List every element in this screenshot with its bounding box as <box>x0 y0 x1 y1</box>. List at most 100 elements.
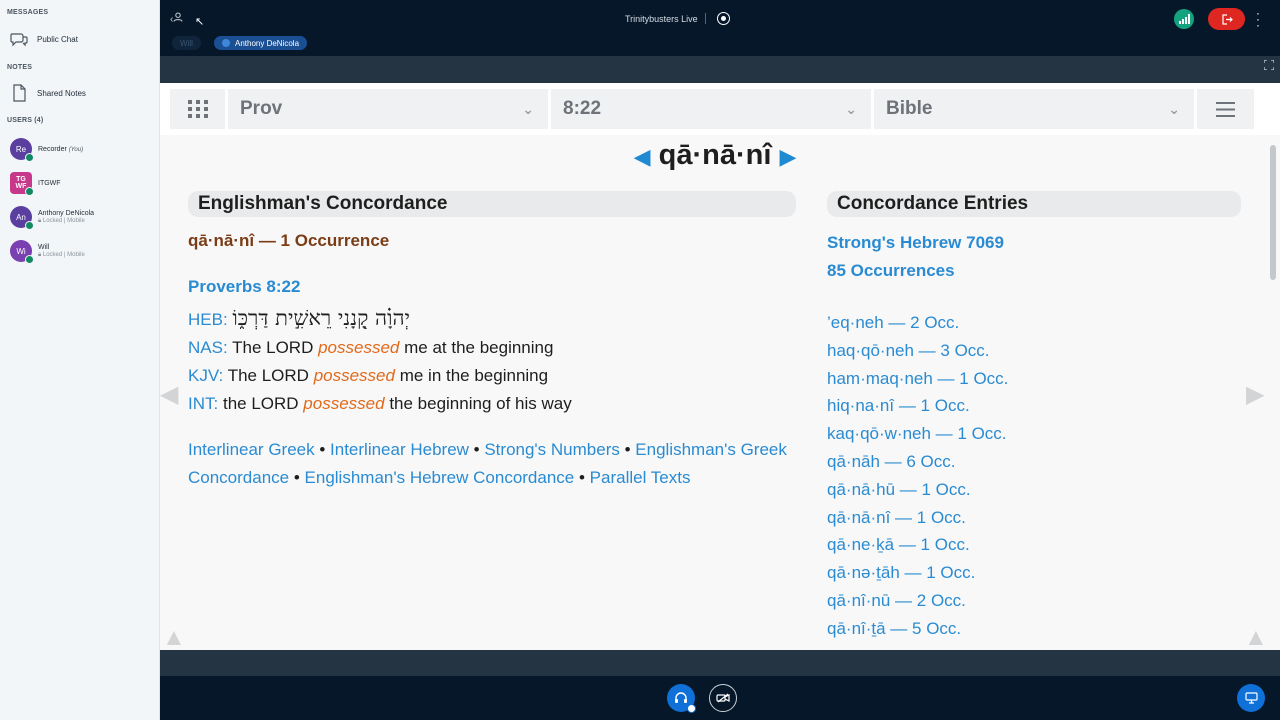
slide-scrollbar[interactable] <box>1270 145 1276 280</box>
entry-link[interactable]: qā·nā·nî — 1 Occ. <box>827 508 1008 536</box>
chat-icon <box>10 30 28 48</box>
kjv-highlight: possessed <box>313 366 395 385</box>
public-chat-label: Public Chat <box>37 34 78 44</box>
messages-heading: MESSAGES <box>7 9 49 16</box>
entry-link[interactable]: qā·nā·hū — 1 Occ. <box>827 480 1008 508</box>
nas-text-before: The LORD <box>232 338 314 357</box>
word-heading: ◀ qā·nā·nî ▶ <box>160 139 1270 172</box>
link-parallel-texts[interactable]: Parallel Texts <box>590 468 691 487</box>
int-text-after: the beginning of his way <box>389 394 572 413</box>
occurrence-heading: qā·nā·nî — 1 Occurrence <box>188 231 390 250</box>
link-strongs-numbers[interactable]: Strong's Numbers <box>484 440 620 459</box>
fullscreen-icon[interactable] <box>1263 59 1275 73</box>
kjv-text-before: The LORD <box>227 366 309 385</box>
entry-link[interactable]: qā·nāh — 6 Occ. <box>827 452 1008 480</box>
cursor-icon: ↖ <box>195 16 205 28</box>
verse-select[interactable]: 8:22 ⌄ <box>551 89 871 129</box>
int-highlight: possessed <box>303 394 385 413</box>
reference-links: Interlinear Greek • Interlinear Hebrew •… <box>188 440 787 487</box>
talker-pill-anthony: Anthony DeNicola <box>214 36 308 50</box>
slide-prev-arrow-icon[interactable]: ◀ <box>160 380 178 409</box>
user-name: Will <box>38 243 50 251</box>
previous-word-icon[interactable]: ◀ <box>634 144 651 169</box>
strongs-link[interactable]: Strong's Hebrew 7069 <box>827 233 1004 253</box>
slide-next-arrow-icon[interactable]: ▶ <box>1246 380 1264 409</box>
options-menu-icon[interactable]: · · · <box>1256 7 1260 31</box>
word-title: qā·nā·nî <box>658 139 772 171</box>
user-name: ITGWF <box>38 179 61 187</box>
hamburger-menu-icon[interactable] <box>1197 89 1254 129</box>
user-status: Locked | Mobile <box>42 251 85 258</box>
user-name: Recorder <box>38 145 67 153</box>
share-webcam-button[interactable] <box>709 684 737 712</box>
verse-reference-link[interactable]: Proverbs 8:22 <box>188 277 300 297</box>
heb-line: HEB: יְהוָ֗ה קָ֭נָנִי רֵאשִׁ֣ית דַּרְכּ֑… <box>188 306 410 331</box>
presentation-slide: Prov ⌄ 8:22 ⌄ Bible ⌄ ◀ qā·nā·nî ▶ Englishm… <box>160 83 1280 650</box>
presentation-restore-icon[interactable] <box>1237 684 1265 712</box>
lock-icon: 🔒︎ <box>38 251 42 258</box>
link-interlinear-hebrew[interactable]: Interlinear Hebrew <box>330 440 469 459</box>
entry-link[interactable]: qā·ne·ḵā — 1 Occ. <box>827 535 1008 563</box>
int-label: INT: <box>188 394 219 413</box>
entry-link[interactable]: kaq·qō·w·neh — 1 Occ. <box>827 424 1008 452</box>
entry-link[interactable]: qā·nə·ṯāh — 1 Occ. <box>827 563 1008 591</box>
avatar: An <box>10 206 34 230</box>
resource-select[interactable]: Bible ⌄ <box>874 89 1194 129</box>
top-bar: ‹ ↖ Will Anthony DeNicola Trinitybusters… <box>160 0 1280 56</box>
audio-status-dot <box>687 704 696 713</box>
user-item-anthony[interactable]: An Anthony DeNicola 🔒︎ Locked | Mobile <box>10 206 95 230</box>
book-select[interactable]: Prov ⌄ <box>228 89 548 129</box>
user-item-will[interactable]: Wi Will 🔒︎ Locked | Mobile <box>10 240 85 264</box>
avatar: Wi <box>10 240 34 264</box>
nas-highlight: possessed <box>318 338 400 357</box>
next-word-icon[interactable]: ▶ <box>779 144 796 169</box>
notes-heading: NOTES <box>7 64 33 71</box>
int-line: INT: the LORD possessed the beginning of… <box>188 394 572 414</box>
audio-button[interactable] <box>667 684 696 713</box>
shared-notes-label: Shared Notes <box>37 88 86 98</box>
scroll-up-right-icon[interactable]: ▲ <box>1244 624 1268 652</box>
occurrences-link[interactable]: 85 Occurrences <box>827 261 955 281</box>
lock-icon: 🔒︎ <box>38 217 42 224</box>
englishmans-concordance-heading: Englishman's Concordance <box>188 191 796 217</box>
user-item-itgwf[interactable]: TG WF ITGWF <box>10 172 61 196</box>
chevron-down-icon: ⌄ <box>845 100 857 117</box>
leave-audio-button[interactable] <box>1208 8 1245 30</box>
link-englishmans-hebrew[interactable]: Englishman's Hebrew Concordance <box>305 468 575 487</box>
action-bar <box>160 676 1280 720</box>
entry-link[interactable]: qā·nî·ṯā — 5 Occ. <box>827 619 1008 647</box>
concordance-entries-list: ’eq·neh — 2 Occ. haq·qō·neh — 3 Occ. ham… <box>827 313 1008 647</box>
hebrew-text: יְהוָ֗ה קָ֭נָנִי רֵאשִׁ֣ית דַּרְכּ֑וֹ <box>232 306 411 330</box>
user-item-recorder[interactable]: Re Recorder (You) <box>10 138 84 162</box>
connection-status-icon[interactable] <box>1174 9 1194 29</box>
book-select-value: Prov <box>240 98 283 119</box>
concordance-entries-heading: Concordance Entries <box>827 191 1241 217</box>
entry-link[interactable]: ham·maq·neh — 1 Occ. <box>827 369 1008 397</box>
user-name: Anthony DeNicola <box>38 209 95 217</box>
entry-link[interactable]: ’eq·neh — 2 Occ. <box>827 313 1008 341</box>
user-status: Locked | Mobile <box>42 217 85 224</box>
nas-label: NAS: <box>188 338 228 357</box>
public-chat-item[interactable]: Public Chat <box>10 30 78 48</box>
kjv-text-after: me in the beginning <box>399 366 549 385</box>
you-tag: (You) <box>68 146 84 153</box>
entry-link[interactable]: qā·nî·nū — 2 Occ. <box>827 591 1008 619</box>
heb-label: HEB: <box>188 310 228 329</box>
nas-line: NAS: The LORD possessed me at the beginn… <box>188 338 553 358</box>
notes-icon <box>10 84 28 102</box>
shared-notes-item[interactable]: Shared Notes <box>10 84 86 102</box>
talker-pill-will: Will <box>172 36 201 50</box>
int-text-before: the LORD <box>222 394 299 413</box>
verse-select-value: 8:22 <box>563 98 602 119</box>
toggle-userlist-icon[interactable]: ‹ <box>170 12 183 25</box>
resource-select-value: Bible <box>886 98 933 119</box>
recording-indicator-icon[interactable] <box>717 12 730 25</box>
scroll-up-left-icon[interactable]: ▲ <box>162 624 186 652</box>
entry-link[interactable]: haq·qō·neh — 3 Occ. <box>827 341 1008 369</box>
kjv-line: KJV: The LORD possessed me in the beginn… <box>188 366 548 386</box>
entry-link[interactable]: hiq·na·nî — 1 Occ. <box>827 396 1008 424</box>
link-interlinear-greek[interactable]: Interlinear Greek <box>188 440 315 459</box>
meeting-title: Trinitybusters Live <box>625 14 698 24</box>
users-heading: USERS (4) <box>7 117 44 124</box>
grid-menu-icon[interactable] <box>170 89 225 129</box>
